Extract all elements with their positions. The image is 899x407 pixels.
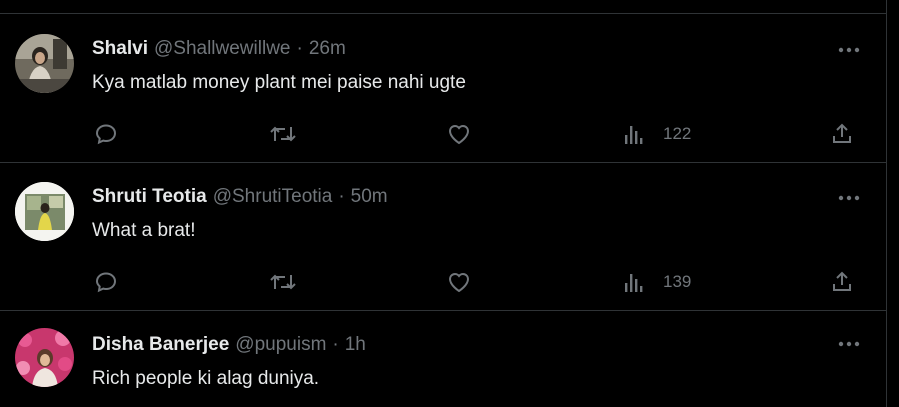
reply-icon	[95, 124, 117, 145]
right-gutter	[887, 0, 899, 407]
tweet-actions: 122	[92, 119, 862, 149]
more-icon[interactable]	[836, 188, 862, 208]
views-button[interactable]: 122	[623, 119, 691, 149]
tweet-header: Disha Banerjee @pupuism · 1h	[92, 333, 366, 357]
share-button[interactable]	[830, 119, 854, 149]
more-icon[interactable]	[836, 40, 862, 60]
like-icon	[448, 273, 470, 293]
retweet-icon	[270, 126, 296, 142]
views-icon	[625, 274, 643, 292]
tweet-text: What a brat!	[92, 220, 196, 241]
author-handle[interactable]: @ShrutiTeotia	[213, 186, 333, 207]
retweet-button[interactable]	[269, 267, 297, 297]
retweet-icon	[270, 274, 296, 290]
tweet-text: Kya matlab money plant mei paise nahi ug…	[92, 72, 466, 93]
like-button[interactable]	[446, 267, 472, 297]
tweet-time[interactable]: 50m	[351, 186, 388, 207]
tweet-header: Shalvi @Shallwewillwe · 26m	[92, 37, 346, 61]
reply-button[interactable]	[94, 119, 118, 149]
tweet[interactable]: Disha Banerjee @pupuism · 1h Rich people ki…	[0, 311, 886, 407]
separator: ·	[332, 334, 339, 355]
reply-icon	[95, 272, 117, 293]
more-icon[interactable]	[836, 334, 862, 354]
share-button[interactable]	[830, 267, 854, 297]
avatar[interactable]	[15, 328, 74, 387]
share-icon	[833, 271, 851, 291]
author-name[interactable]: Disha Banerjee	[92, 334, 229, 355]
tweet[interactable]: Shalvi @Shallwewillwe · 26m Kya matlab mone…	[0, 14, 886, 163]
author-handle[interactable]: @pupuism	[235, 334, 326, 355]
tweet-time[interactable]: 26m	[309, 38, 346, 59]
tweet-header: Shruti Teotia @ShrutiTeotia · 50m	[92, 185, 388, 209]
timeline-column: Shalvi @Shallwewillwe · 26m Kya matlab mone…	[0, 0, 887, 407]
separator: ·	[338, 186, 345, 207]
tweet[interactable]: Shruti Teotia @ShrutiTeotia · 50m What a br…	[0, 162, 886, 311]
share-icon	[833, 123, 851, 143]
separator: ·	[296, 38, 303, 59]
tweet-time[interactable]: 1h	[345, 334, 366, 355]
author-name[interactable]: Shruti Teotia	[92, 186, 207, 207]
like-button[interactable]	[446, 119, 472, 149]
author-handle[interactable]: @Shallwewillwe	[154, 38, 291, 59]
tweet-text: Rich people ki alag duniya.	[92, 368, 320, 389]
reply-button[interactable]	[94, 267, 118, 297]
tweet-actions: 139	[92, 267, 862, 297]
views-count: 139	[663, 272, 692, 291]
avatar[interactable]	[15, 182, 74, 241]
retweet-button[interactable]	[269, 119, 297, 149]
views-count: 122	[663, 124, 692, 143]
views-button[interactable]: 139	[623, 267, 691, 297]
views-icon	[625, 126, 643, 144]
like-icon	[448, 125, 470, 145]
author-name[interactable]: Shalvi	[92, 38, 148, 59]
avatar[interactable]	[15, 34, 74, 93]
